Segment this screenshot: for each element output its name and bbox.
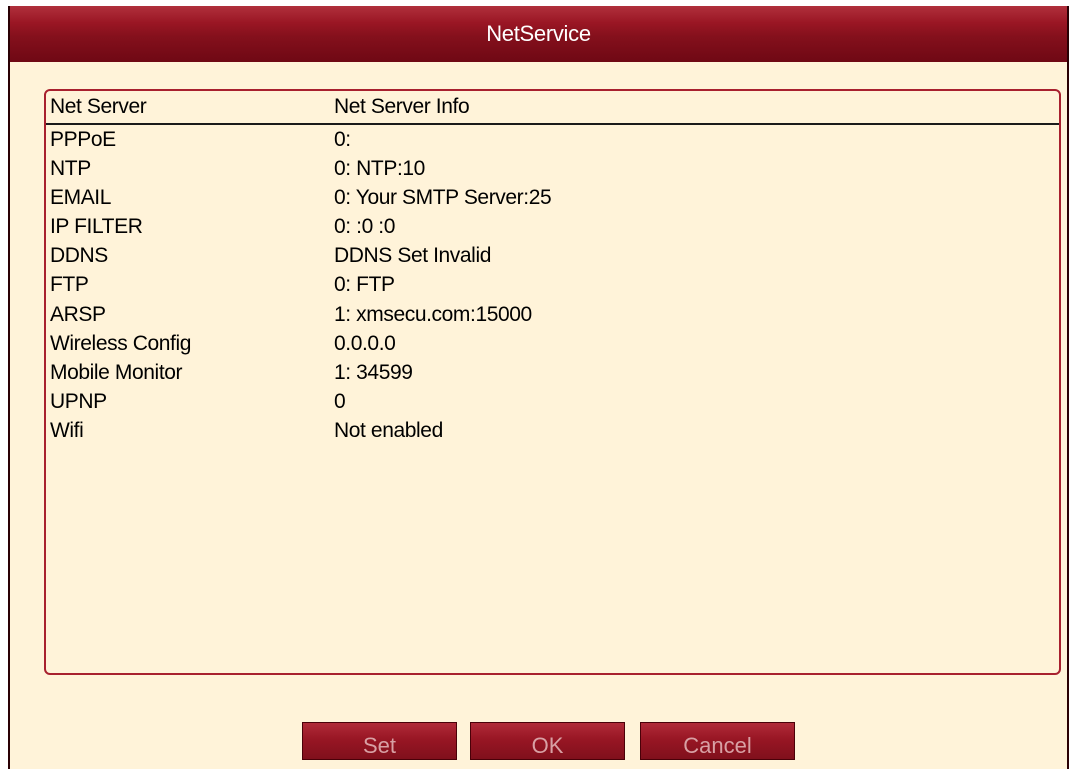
server-name: Wireless Config <box>50 331 192 355</box>
list-item-ip-filter[interactable]: IP FILTER 0: :0 :0 <box>46 214 1059 243</box>
list-item-mobile-monitor[interactable]: Mobile Monitor 1: 34599 <box>46 360 1059 389</box>
server-name: PPPoE <box>50 128 116 151</box>
net-server-list[interactable]: Net Server Net Server Info PPPoE 0: NTP … <box>44 89 1061 675</box>
server-name: ARSP <box>50 302 106 326</box>
list-item-wireless-config[interactable]: Wireless Config 0.0.0.0 <box>46 331 1059 360</box>
netservice-window: NetService Net Server Net Server Info PP… <box>8 6 1069 769</box>
set-button[interactable]: Set <box>302 722 457 760</box>
server-info: 0: <box>334 128 351 151</box>
server-info: 0: Your SMTP Server:25 <box>334 186 552 210</box>
server-info: 0: :0 :0 <box>334 215 396 239</box>
server-name: UPNP <box>50 389 107 413</box>
server-info: 0.0.0.0 <box>334 331 396 355</box>
list-item-ftp[interactable]: FTP 0: FTP <box>46 272 1059 301</box>
server-name: NTP <box>50 157 91 181</box>
server-name: DDNS <box>50 244 108 268</box>
server-info: 1: 34599 <box>334 360 413 384</box>
server-name: EMAIL <box>50 186 112 210</box>
list-item-ntp[interactable]: NTP 0: NTP:10 <box>46 156 1059 185</box>
window-title: NetService <box>10 6 1067 62</box>
server-info: 1: xmsecu.com:15000 <box>334 302 532 326</box>
list-item-ddns[interactable]: DDNS DDNS Set Invalid <box>46 243 1059 272</box>
list-rows: PPPoE 0: NTP 0: NTP:10 EMAIL 0: Your SMT… <box>46 127 1059 447</box>
list-item-email[interactable]: EMAIL 0: Your SMTP Server:25 <box>46 185 1059 214</box>
button-bar: Set OK Cancel <box>10 722 1067 762</box>
server-name: IP FILTER <box>50 215 143 239</box>
server-name: Wifi <box>50 418 84 442</box>
list-item-wifi[interactable]: Wifi Not enabled <box>46 418 1059 447</box>
server-name: Mobile Monitor <box>50 360 183 384</box>
list-item-upnp[interactable]: UPNP 0 <box>46 389 1059 418</box>
server-info: 0: FTP <box>334 273 395 297</box>
list-item-arsp[interactable]: ARSP 1: xmsecu.com:15000 <box>46 302 1059 331</box>
cancel-button[interactable]: Cancel <box>640 722 795 760</box>
column-header-net-server: Net Server <box>50 95 147 118</box>
list-item-pppoe[interactable]: PPPoE 0: <box>46 127 1059 156</box>
list-header: Net Server Net Server Info <box>46 91 1059 125</box>
server-info: 0: NTP:10 <box>334 157 425 181</box>
server-info: Not enabled <box>334 418 443 442</box>
ok-button[interactable]: OK <box>470 722 625 760</box>
server-name: FTP <box>50 273 89 297</box>
column-header-net-server-info: Net Server Info <box>334 95 470 118</box>
server-info: 0 <box>334 389 346 413</box>
server-info: DDNS Set Invalid <box>334 244 491 268</box>
